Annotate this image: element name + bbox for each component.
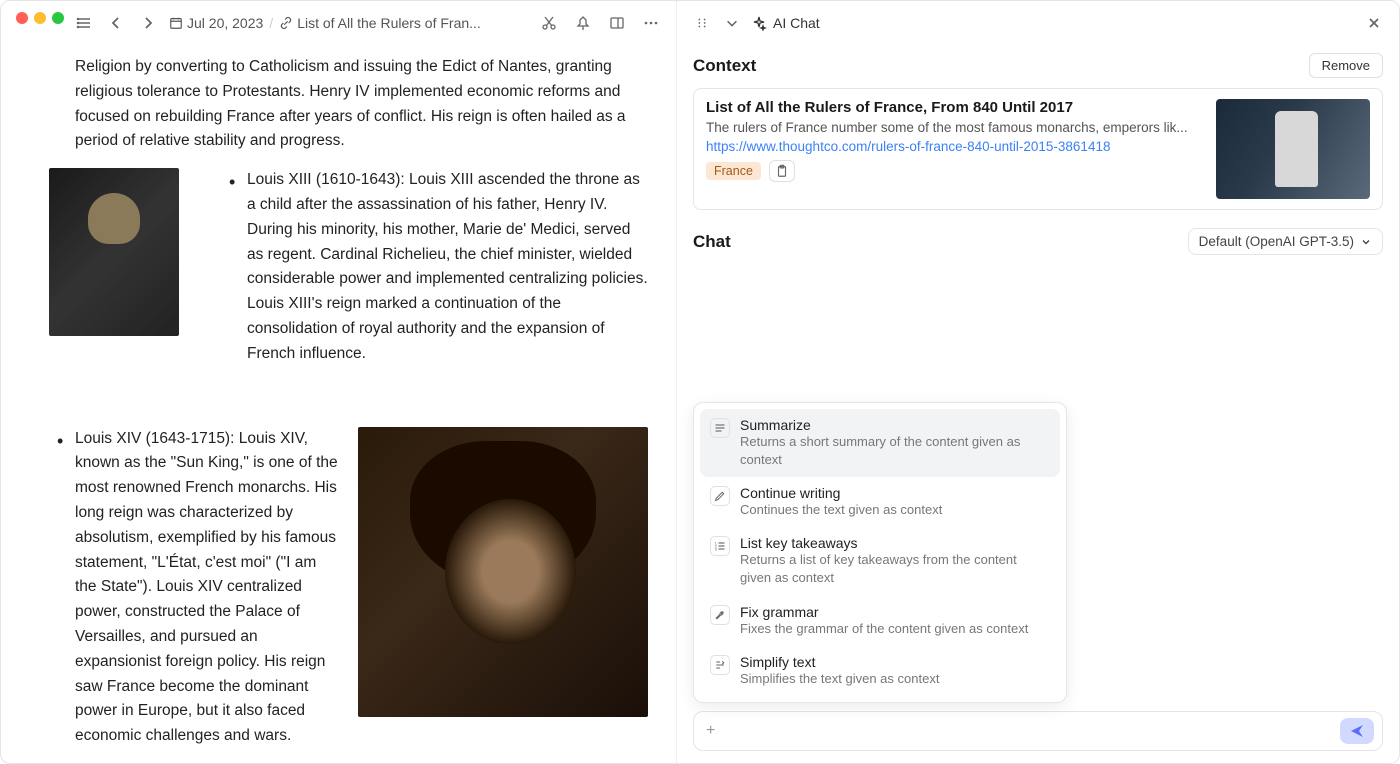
svg-text:3: 3 <box>715 548 717 552</box>
suggestion-desc: Fixes the grammar of the content given a… <box>740 620 1028 638</box>
list-item: Louis XIII (1610-1643): Louis XIII ascen… <box>75 168 648 386</box>
drag-handle-icon[interactable] <box>691 12 713 34</box>
breadcrumb-separator: / <box>269 15 273 31</box>
chat-input[interactable] <box>727 722 1332 740</box>
suggestion-title: Summarize <box>740 417 1050 433</box>
portrait-image-louis-xiv <box>358 427 648 717</box>
panel-icon[interactable] <box>606 12 628 34</box>
model-selector[interactable]: Default (OpenAI GPT-3.5) <box>1188 228 1383 255</box>
suggestion-title: Simplify text <box>740 654 939 670</box>
context-card-url[interactable]: https://www.thoughtco.com/rulers-of-fran… <box>706 139 1204 154</box>
context-heading: Context <box>693 56 756 76</box>
context-thumbnail <box>1216 99 1370 199</box>
ai-panel-toolbar: AI Chat <box>677 1 1399 45</box>
suggestion-list-takeaways[interactable]: 123 List key takeawaysReturns a list of … <box>700 527 1060 595</box>
suggestion-fix-grammar[interactable]: Fix grammarFixes the grammar of the cont… <box>700 596 1060 646</box>
date-text: Jul 20, 2023 <box>187 15 263 31</box>
document-body[interactable]: Religion by converting to Catholicism an… <box>1 45 676 763</box>
suggestion-desc: Continues the text given as context <box>740 501 942 519</box>
wrench-icon <box>710 605 730 625</box>
sidebar-toggle-icon[interactable] <box>73 12 95 34</box>
suggestion-summarize[interactable]: SummarizeReturns a short summary of the … <box>700 409 1060 477</box>
model-label: Default (OpenAI GPT-3.5) <box>1199 234 1354 249</box>
maximize-window[interactable] <box>52 12 64 24</box>
ai-panel-title-text: AI Chat <box>773 15 820 31</box>
send-button[interactable] <box>1340 718 1374 744</box>
context-card-title: List of All the Rulers of France, From 8… <box>706 99 1204 116</box>
chat-heading: Chat <box>693 232 731 252</box>
list-item: Louis XIV (1643-1715): Louis XIV, known … <box>75 427 648 749</box>
chevron-down-icon <box>1360 236 1372 248</box>
suggestion-title: List key takeaways <box>740 535 1050 551</box>
collapse-icon[interactable] <box>721 12 743 34</box>
breadcrumb-date[interactable]: Jul 20, 2023 <box>169 15 263 31</box>
suggestion-title: Continue writing <box>740 485 942 501</box>
suggestion-simplify-text[interactable]: Simplify textSimplifies the text given a… <box>700 646 1060 696</box>
chat-area: SummarizeReturns a short summary of the … <box>693 263 1383 703</box>
link-icon <box>279 16 293 30</box>
chat-input-bar: + <box>693 711 1383 751</box>
breadcrumb-title[interactable]: List of All the Rulers of Fran... <box>279 15 481 31</box>
nav-forward-icon[interactable] <box>137 12 159 34</box>
portrait-image-louis-xiii <box>49 168 179 336</box>
numbered-list-icon: 123 <box>710 536 730 556</box>
clipboard-icon <box>775 164 789 178</box>
document-toolbar: Jul 20, 2023 / List of All the Rulers of… <box>1 1 676 45</box>
send-icon <box>1349 723 1365 739</box>
suggestions-popup: SummarizeReturns a short summary of the … <box>693 402 1067 703</box>
suggestion-desc: Returns a list of key takeaways from the… <box>740 551 1050 587</box>
suggestion-continue-writing[interactable]: Continue writingContinues the text given… <box>700 477 1060 527</box>
pencil-icon <box>710 486 730 506</box>
nav-back-icon[interactable] <box>105 12 127 34</box>
window-traffic-lights <box>4 4 76 32</box>
suggestion-title: Fix grammar <box>740 604 1028 620</box>
context-card-description: The rulers of France number some of the … <box>706 120 1204 135</box>
breadcrumb: Jul 20, 2023 / List of All the Rulers of… <box>169 15 481 31</box>
close-panel-icon[interactable] <box>1363 12 1385 34</box>
sparkle-icon <box>751 15 767 31</box>
more-icon[interactable] <box>640 12 662 34</box>
simplify-icon <box>710 655 730 675</box>
context-card: List of All the Rulers of France, From 8… <box>693 88 1383 210</box>
pin-icon[interactable] <box>572 12 594 34</box>
cut-icon[interactable] <box>538 12 560 34</box>
lines-icon <box>710 418 730 438</box>
close-window[interactable] <box>16 12 28 24</box>
ai-panel-title: AI Chat <box>751 15 820 31</box>
minimize-window[interactable] <box>34 12 46 24</box>
copy-button[interactable] <box>769 160 795 182</box>
list-item-text: Louis XIII (1610-1643): Louis XIII ascen… <box>247 168 648 366</box>
suggestion-desc: Simplifies the text given as context <box>740 670 939 688</box>
title-text: List of All the Rulers of Fran... <box>297 15 481 31</box>
remove-button[interactable]: Remove <box>1309 53 1383 78</box>
add-attachment-button[interactable]: + <box>702 720 719 742</box>
calendar-icon <box>169 16 183 30</box>
intro-paragraph: Religion by converting to Catholicism an… <box>75 55 648 154</box>
suggestion-desc: Returns a short summary of the content g… <box>740 433 1050 469</box>
context-tag: France <box>706 162 761 180</box>
